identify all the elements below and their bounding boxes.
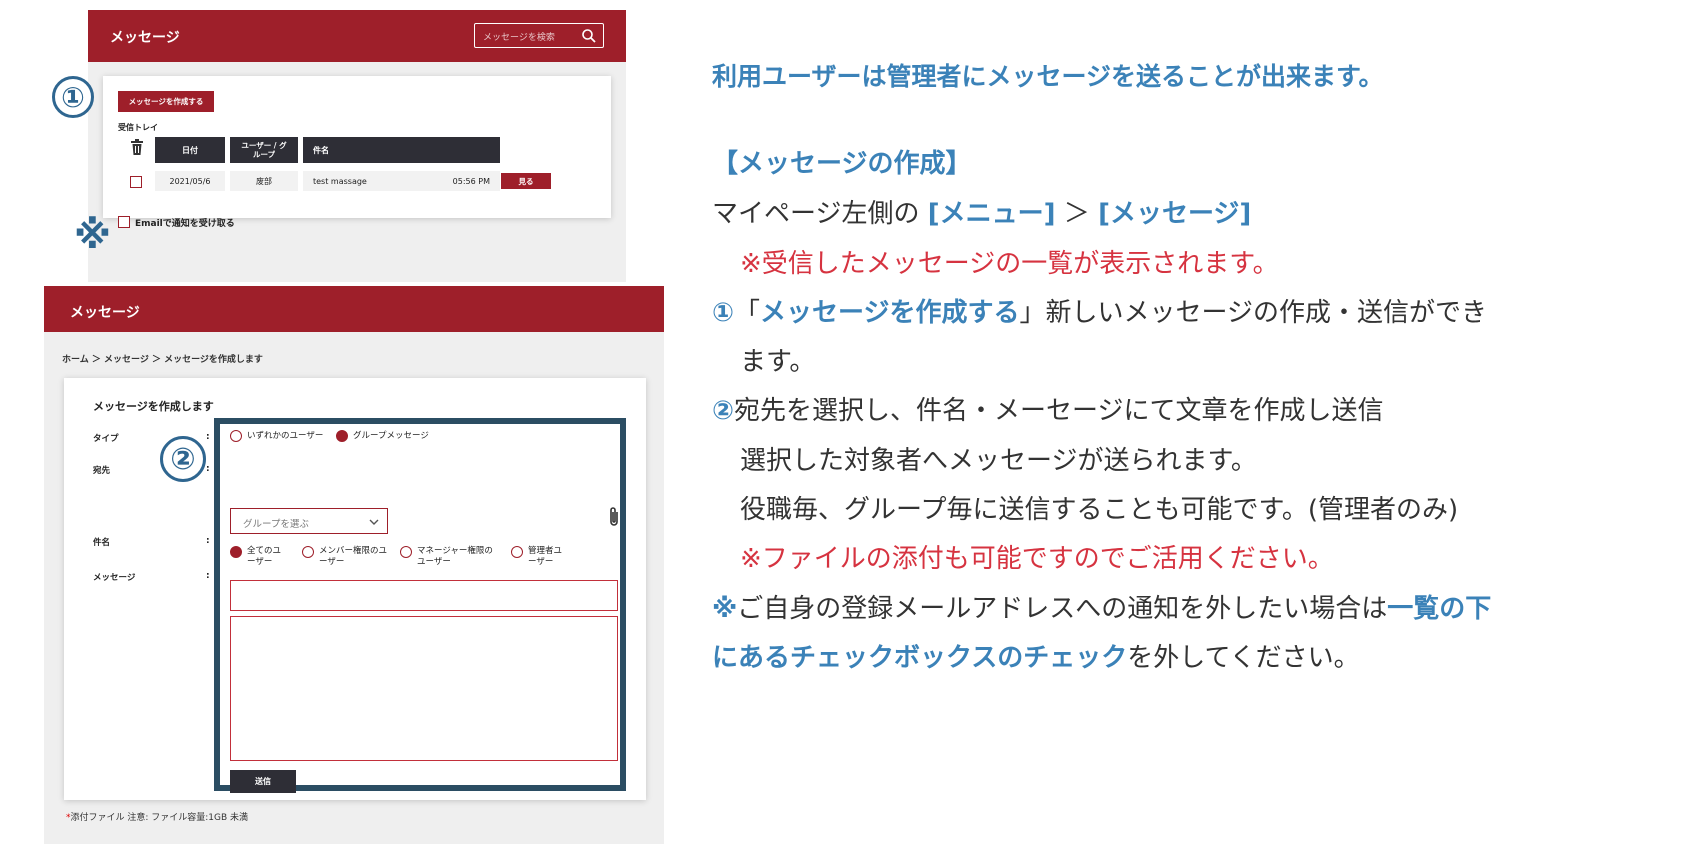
step2-line3: 役職毎、グループ毎に送信することも可能です。(管理者のみ)	[740, 495, 1459, 525]
radio-member-users-label: メンバー権限のユ ーザー	[319, 546, 388, 567]
radio-admin-users[interactable]	[511, 546, 523, 558]
subject-input[interactable]	[230, 580, 618, 611]
send-button[interactable]: 送信	[230, 770, 296, 793]
colon: :	[206, 571, 210, 581]
group-select[interactable]: グループを選ぶ	[230, 508, 388, 534]
marker-1: ①	[52, 76, 94, 118]
compose-screenshot: メッセージ ホーム ＞ メッセージ ＞ メッセージを作成します メッセージを作成…	[44, 286, 664, 844]
colon: :	[206, 464, 210, 474]
email-notify-label: Emailで通知を受け取る	[135, 219, 235, 229]
headline: 利用ユーザーは管理者にメッセージを送ることが出来ます。	[712, 62, 1384, 91]
step1-continued: ます。	[740, 347, 816, 377]
radio-member-users[interactable]	[302, 546, 314, 558]
subject-label: 件名	[93, 538, 111, 548]
inbox-label: 受信トレイ	[118, 123, 158, 132]
row-checkbox[interactable]	[130, 176, 142, 188]
search-input[interactable]: メッセージを検索	[474, 23, 604, 48]
inbox-card: メッセージを作成する 受信トレイ 日付 ユーザー / グループ 件名 2021/…	[103, 76, 611, 218]
section-title: 【メッセージの作成】	[712, 149, 972, 179]
marker-2: ②	[160, 436, 206, 482]
type-label: タイプ	[93, 434, 119, 444]
column-header-subject[interactable]: 件名	[303, 137, 500, 163]
radio-any-user-label: いずれかのユーザー	[247, 431, 324, 441]
card-title: メッセージを作成します	[93, 400, 214, 413]
inbox-note: ※受信したメッセージの一覧が表示されます。	[740, 249, 1279, 279]
radio-all-users-label: 全てのユ ーザー	[247, 546, 282, 567]
page-title: メッセージ	[110, 30, 180, 46]
column-header-date[interactable]: 日付	[155, 137, 225, 163]
column-header-user-group[interactable]: ユーザー / グループ	[230, 137, 298, 163]
page-title: メッセージ	[70, 305, 140, 321]
attachment-note: *添付ファイル 注意: ファイル容量:1GB 未満	[66, 813, 249, 823]
colon: :	[206, 432, 210, 442]
row-user: 废部	[230, 171, 298, 191]
notify-note-line1: ※ご自身の登録メールアドレスへの通知を外したい場合は一覧の下	[712, 594, 1492, 624]
compose-card: メッセージを作成します タイプ : 宛先 : 件名 : メッセージ : いずれか…	[64, 378, 646, 800]
radio-admin-users-label: 管理者ユ ーザー	[528, 546, 563, 567]
app-header: メッセージ メッセージを検索	[88, 10, 626, 62]
app-header: メッセージ	[44, 286, 664, 332]
notify-note-line2: にあるチェックボックスのチェックを外してください。	[712, 643, 1360, 673]
radio-manager-users-label: マネージャー権限の ユーザー	[417, 546, 493, 567]
breadcrumb[interactable]: ホーム ＞ メッセージ ＞ メッセージを作成します	[62, 352, 263, 365]
step1-text: ①「メッセージを作成する」新しいメッセージの作成・送信ができ	[712, 298, 1487, 328]
colon: :	[206, 536, 210, 546]
message-label: メッセージ	[93, 573, 136, 583]
paperclip-icon[interactable]	[608, 506, 620, 528]
radio-any-user[interactable]	[230, 430, 242, 442]
recipient-label: 宛先	[93, 466, 111, 476]
email-notify-checkbox[interactable]	[118, 216, 130, 228]
radio-all-users[interactable]	[230, 546, 242, 558]
chevron-down-icon	[369, 519, 379, 525]
radio-group-message-label: グループメッセージ	[353, 431, 429, 441]
search-icon[interactable]	[581, 28, 597, 44]
row-date: 2021/05/6	[155, 171, 225, 191]
nav-instruction: マイページ左側の [メニュー] ＞ [メッセージ]	[712, 199, 1252, 229]
inbox-screenshot: メッセージ メッセージを検索 メッセージを作成する 受信トレイ 日付 ユーザー …	[88, 10, 626, 282]
view-button[interactable]: 見る	[501, 173, 551, 189]
row-time: 05:56 PM	[452, 176, 490, 186]
step2-text: ②宛先を選択し、件名・メーセージにて文章を作成し送信	[712, 396, 1384, 426]
marker-note: ※	[74, 213, 111, 257]
message-textarea[interactable]	[230, 616, 618, 761]
attach-note: ※ファイルの添付も可能ですのでご活用ください。	[740, 544, 1334, 574]
group-select-value: グループを選ぶ	[243, 519, 309, 530]
compose-message-button[interactable]: メッセージを作成する	[118, 91, 214, 112]
radio-manager-users[interactable]	[400, 546, 412, 558]
row-subject[interactable]: test massage 05:56 PM	[303, 171, 500, 191]
trash-icon[interactable]	[130, 139, 144, 155]
radio-group-message[interactable]	[336, 430, 348, 442]
step2-line2: 選択した対象者へメッセージが送られます。	[740, 446, 1257, 476]
search-placeholder: メッセージを検索	[483, 33, 555, 43]
